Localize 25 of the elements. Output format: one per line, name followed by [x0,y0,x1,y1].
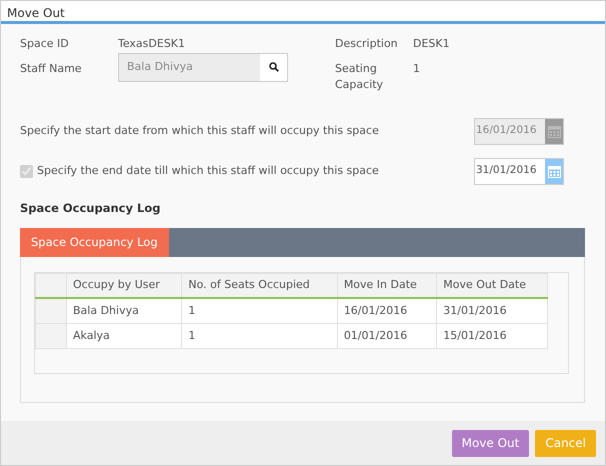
date-label: Specify the end date till which this staff will occupy this space [37,162,379,179]
column-header: Occupy by User [66,273,182,298]
table-cell: 1 [182,323,338,348]
date-label: Specify the start date from which this staff will occupy this space [20,122,379,139]
column-header: Move In Date [337,273,437,298]
field-label: Staff Name [20,60,83,76]
section-heading: Space Occupancy Log [20,200,162,216]
field-value: 1 [413,60,421,76]
column-header: Move Out Date [436,273,548,298]
table-cell: 01/01/2016 [337,323,437,348]
table-cell: Akalya [66,323,182,348]
field-label: Seating Capacity [334,60,384,93]
table-cell: 1 [182,298,338,324]
tab[interactable]: Space Occupancy Log [20,228,169,257]
cancel-button[interactable]: Cancel [535,430,596,456]
table-cell: 16/01/2016 [337,298,437,324]
column-header: No. of Seats Occupied [182,273,338,298]
field-value: DESK1 [413,36,451,52]
field-value: TexasDESK1 [118,36,186,52]
move-out-button[interactable]: Move Out [452,430,530,456]
table-cell: 31/01/2016 [436,298,548,324]
table-cell: Bala Dhivya [66,298,182,324]
field-label: Description [334,36,399,52]
table-cell: 15/01/2016 [436,323,548,348]
field-label: Space ID [20,36,70,52]
